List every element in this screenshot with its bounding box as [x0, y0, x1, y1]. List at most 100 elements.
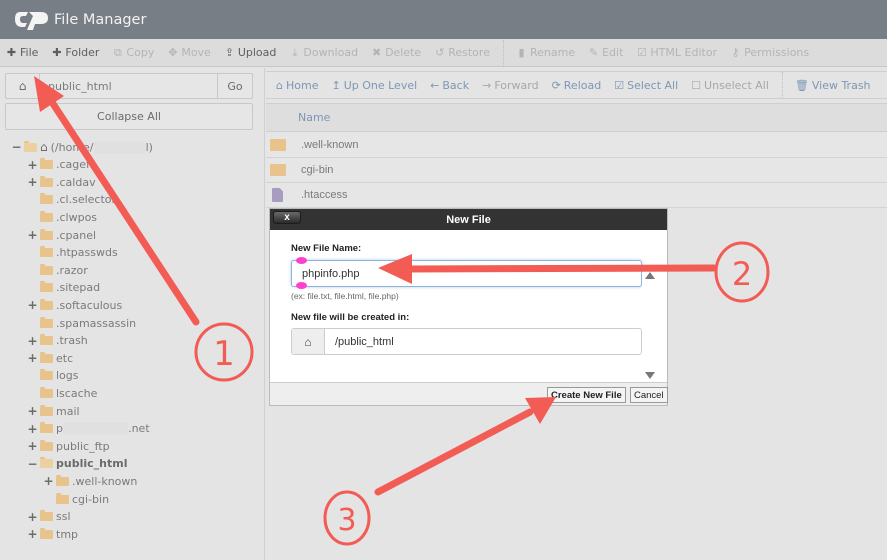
- dialog-scrollbar[interactable]: [642, 268, 657, 380]
- expand-icon[interactable]: +: [43, 474, 54, 488]
- tree-item[interactable]: − ⌂(/home/xxxxxxxxl): [11, 139, 152, 155]
- toolbar-label: Edit: [602, 46, 624, 59]
- expand-icon[interactable]: +: [27, 527, 38, 541]
- tree-item[interactable]: logs: [27, 368, 79, 384]
- tree-item[interactable]: + .well-known: [43, 473, 137, 489]
- close-icon: x: [284, 212, 290, 223]
- tree-item[interactable]: + .trash: [27, 333, 87, 349]
- tree-item[interactable]: − public_html: [27, 456, 127, 472]
- expand-icon[interactable]: +: [27, 439, 38, 453]
- collapse-icon[interactable]: −: [27, 457, 38, 471]
- toolbar-html-editor-button[interactable]: ☑ HTML Editor: [636, 46, 717, 59]
- nav-back-button[interactable]: ← Back: [430, 79, 469, 92]
- toolbar-upload-button[interactable]: ⇪ Upload: [224, 46, 277, 59]
- cancel-button[interactable]: Cancel: [630, 387, 668, 403]
- tree-item-label: .sitepad: [56, 281, 101, 295]
- selection-handle-top[interactable]: [296, 257, 307, 264]
- tree-item[interactable]: + .cpanel: [27, 227, 96, 243]
- nav-label: Home: [285, 78, 319, 92]
- tree-item[interactable]: .clwpos: [27, 209, 97, 225]
- file-row[interactable]: cgi-bin: [266, 158, 887, 183]
- toolbar-file-button[interactable]: ✚ File: [6, 46, 39, 59]
- toolbar-restore-button[interactable]: ↺ Restore: [434, 46, 490, 59]
- tree-item[interactable]: cgi-bin: [43, 491, 109, 507]
- scroll-up-icon[interactable]: [645, 272, 655, 279]
- expand-icon[interactable]: +: [27, 404, 38, 418]
- toolbar-edit-button[interactable]: ✎ Edit: [588, 46, 623, 59]
- redacted-text: xxxxxxxxxx: [62, 422, 129, 436]
- tree-item[interactable]: + pxxxxxxxxxx.net: [27, 421, 149, 437]
- toolbar-permissions-button[interactable]: ⚷ Permissions: [730, 46, 810, 59]
- toolbar-rename-button[interactable]: ▮ Rename: [516, 46, 575, 59]
- toolbar-download-button[interactable]: ⤓ Download: [289, 46, 358, 60]
- toolbar-delete-button[interactable]: ✖ Delete: [371, 46, 421, 59]
- tree-item[interactable]: + tmp: [27, 526, 78, 542]
- toolbar-label: HTML Editor: [650, 46, 718, 59]
- tree-item[interactable]: .cl.selector: [27, 192, 116, 208]
- folder-icon: [40, 246, 53, 258]
- tree-item[interactable]: + etc: [27, 350, 73, 366]
- create-new-file-button[interactable]: Create New File: [547, 387, 626, 403]
- file-row[interactable]: .well-known: [266, 133, 887, 158]
- nav-up-one-level-button[interactable]: ↥ Up One Level: [331, 79, 417, 92]
- folder-icon: [40, 386, 53, 398]
- expand-icon[interactable]: +: [27, 510, 38, 524]
- collapse-all-button[interactable]: Collapse All: [5, 103, 253, 130]
- redacted-text: xxxxxxxx: [93, 140, 146, 154]
- tree-item[interactable]: + .softaculous: [27, 297, 122, 313]
- nav-label: Forward: [494, 78, 539, 92]
- expand-icon[interactable]: +: [27, 158, 38, 172]
- nav-unselect-all-button[interactable]: ☐ Unselect All: [691, 79, 769, 92]
- location-field: ⌂ /public_html: [291, 328, 642, 355]
- tree-item-label: mail: [56, 404, 80, 418]
- tree-item[interactable]: .spamassassin: [27, 315, 136, 331]
- expand-icon[interactable]: +: [27, 422, 38, 436]
- main-toolbar: ✚ File ✚ Folder ⧉ Copy ✥ Move ⇪ Upload ⤓ Download ✖ D…: [0, 39, 887, 67]
- expand-icon[interactable]: +: [27, 228, 38, 242]
- tree-item-label: .cl.selector: [56, 193, 117, 207]
- nav-home-button[interactable]: ⌂ Home: [276, 79, 318, 92]
- tree-item-label: tmp: [56, 527, 79, 541]
- nav-view-trash-button[interactable]: 🗑 View Trash: [795, 79, 871, 92]
- folder-open-icon: [24, 140, 37, 152]
- reload-icon: ⟳: [551, 78, 561, 92]
- navigation-toolbar: ⌂ Home ↥ Up One Level ← Back → Forward ⟳ Reload ☑ S…: [266, 71, 887, 99]
- nav-select-all-button[interactable]: ☑ Select All: [614, 79, 678, 92]
- collapse-icon[interactable]: −: [11, 140, 22, 154]
- tree-item-label: .razor: [56, 263, 88, 277]
- go-button[interactable]: Go: [217, 74, 252, 98]
- toolbar-copy-button[interactable]: ⧉ Copy: [112, 46, 154, 60]
- expand-icon[interactable]: +: [27, 334, 38, 348]
- tree-item[interactable]: .sitepad: [27, 280, 100, 296]
- nav-forward-button[interactable]: → Forward: [482, 79, 538, 92]
- file-name-input[interactable]: [291, 260, 642, 287]
- expand-icon[interactable]: +: [27, 298, 38, 312]
- toolbar-move-button[interactable]: ✥ Move: [167, 46, 211, 59]
- file-row[interactable]: .htaccess: [266, 183, 887, 208]
- delete-icon: ✖: [371, 46, 382, 59]
- expand-icon[interactable]: +: [27, 351, 38, 365]
- tree-item[interactable]: + .cagefs: [27, 157, 95, 173]
- tree-item[interactable]: + mail: [27, 403, 80, 419]
- cpanel-logo-icon: [15, 11, 48, 30]
- tree-item[interactable]: + ssl: [27, 509, 70, 525]
- home-icon[interactable]: ⌂: [6, 74, 40, 98]
- toolbar-label: Restore: [448, 46, 490, 59]
- path-input[interactable]: [40, 74, 217, 98]
- tree-item[interactable]: .htpasswds: [27, 245, 118, 261]
- scroll-down-icon[interactable]: [645, 372, 655, 379]
- tree-item-label: logs: [56, 369, 79, 383]
- column-header-name[interactable]: Name: [266, 103, 887, 132]
- home-icon: ⌂: [292, 329, 325, 354]
- expand-icon[interactable]: +: [27, 175, 38, 189]
- tree-item[interactable]: + .caldav: [27, 174, 95, 190]
- tree-item[interactable]: + public_ftp: [27, 438, 109, 454]
- toolbar-folder-button[interactable]: ✚ Folder: [51, 46, 99, 59]
- location-label: New file will be created in:: [291, 312, 410, 323]
- tree-item[interactable]: lscache: [27, 385, 97, 401]
- selection-handle-bottom[interactable]: [296, 282, 307, 289]
- nav-reload-button[interactable]: ⟳ Reload: [552, 79, 602, 92]
- close-button[interactable]: x: [273, 211, 301, 224]
- folder-icon: [40, 316, 53, 328]
- tree-item[interactable]: .razor: [27, 262, 88, 278]
